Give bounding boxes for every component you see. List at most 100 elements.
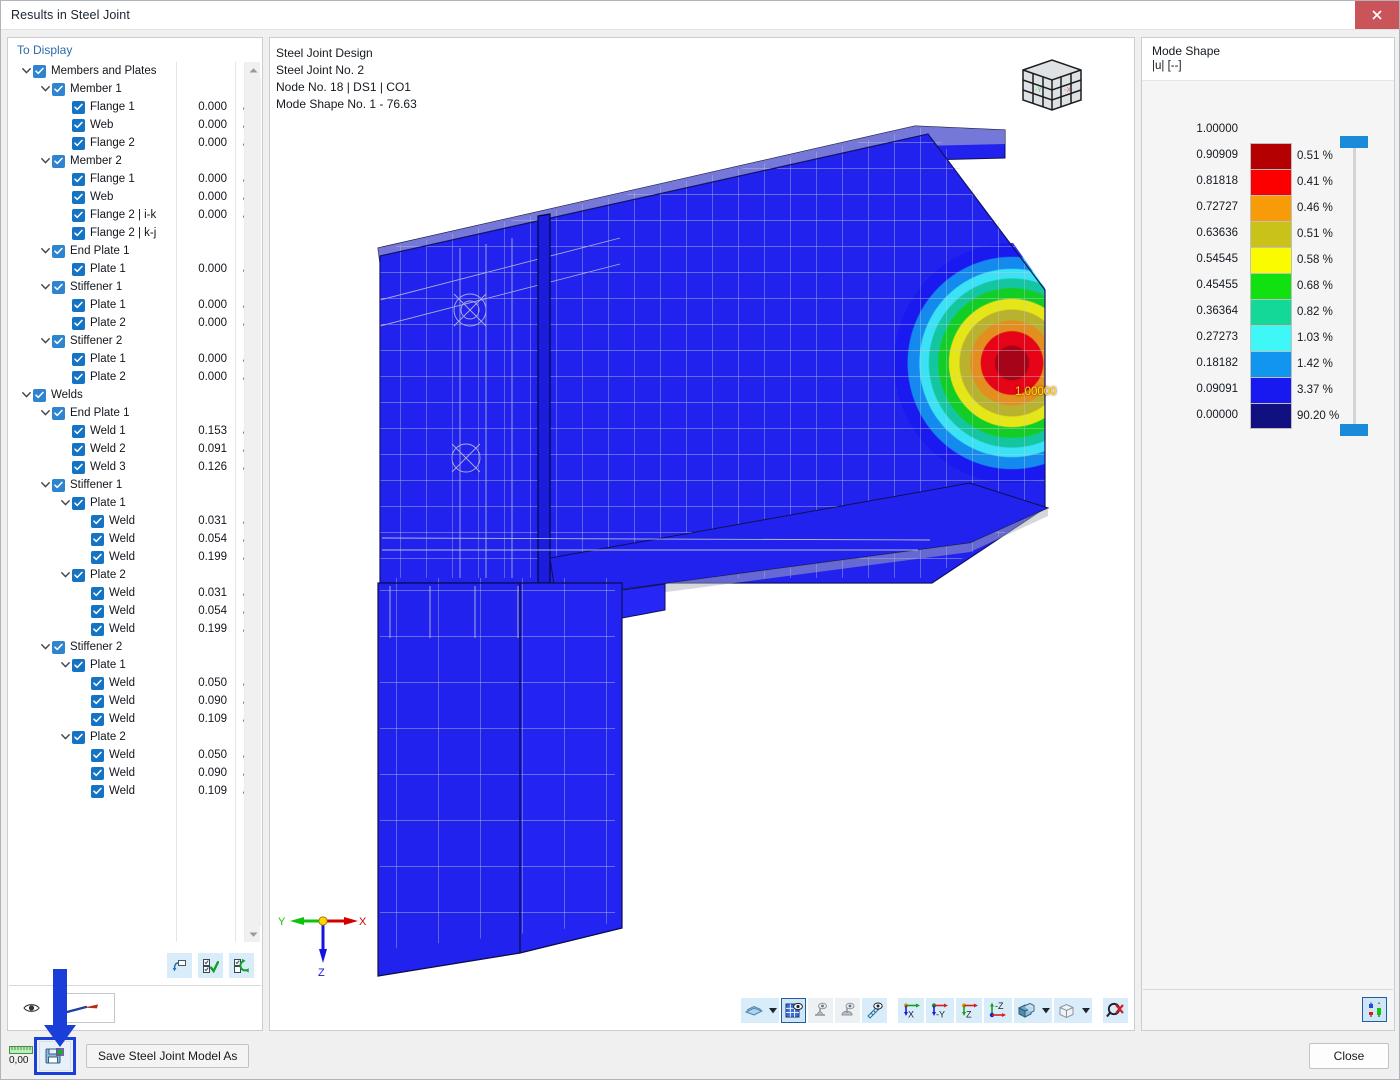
tree-row[interactable]: Members and Plates <box>9 62 261 80</box>
scroll-up-button[interactable] <box>245 62 261 78</box>
tree-checkbox[interactable] <box>52 478 65 492</box>
tree-checkbox[interactable] <box>91 748 104 762</box>
tree-checkbox[interactable] <box>72 424 85 438</box>
tree-checkbox[interactable] <box>52 334 65 348</box>
view-in-minus-z-button[interactable]: -Z <box>984 998 1012 1023</box>
tree-row[interactable]: Weld0.050✓ <box>9 674 261 692</box>
scroll-down-button[interactable] <box>245 926 261 942</box>
tree-checkbox[interactable] <box>91 604 104 618</box>
tree-row[interactable]: Plate 20.000✓ <box>9 368 261 386</box>
tree-expander[interactable] <box>19 62 33 80</box>
tree-row[interactable]: Plate 2 <box>9 566 261 584</box>
tree-checkbox[interactable] <box>52 244 65 258</box>
legend-color-band[interactable] <box>1250 325 1292 351</box>
tree-row[interactable]: Plate 20.000✓ <box>9 314 261 332</box>
tree-row[interactable]: Plate 10.000✓ <box>9 296 261 314</box>
view-cube[interactable]: -Y -X <box>1015 54 1089 121</box>
legend-color-band[interactable] <box>1250 195 1292 221</box>
legend-range-slider[interactable] <box>1340 136 1368 436</box>
tree-checkbox[interactable] <box>91 622 104 636</box>
rendering-mode-button[interactable] <box>741 998 766 1023</box>
tree-row[interactable]: Web0.000✓ <box>9 116 261 134</box>
view-in-z-button[interactable]: Z <box>956 998 982 1023</box>
tree-expander[interactable] <box>58 494 72 512</box>
tree-checkbox[interactable] <box>52 82 65 96</box>
wireframe-view-button[interactable] <box>1054 998 1079 1023</box>
display-tree[interactable]: Members and PlatesMember 1Flange 10.000✓… <box>9 62 261 942</box>
tree-row[interactable]: Plate 10.000✓ <box>9 350 261 368</box>
tree-expander[interactable] <box>58 566 72 584</box>
tree-row[interactable]: Weld0.109✓ <box>9 710 261 728</box>
tree-expander[interactable] <box>38 242 52 260</box>
legend-color-band[interactable] <box>1250 351 1292 377</box>
rendering-mode-combo[interactable] <box>741 998 779 1023</box>
tree-row[interactable]: Weld0.199✓ <box>9 548 261 566</box>
legend-color-band[interactable] <box>1250 273 1292 299</box>
tree-expander[interactable] <box>38 638 52 656</box>
tree-row[interactable]: Member 2 <box>9 152 261 170</box>
wireframe-view-dropdown[interactable] <box>1079 1007 1092 1014</box>
slider-handle-top[interactable] <box>1340 136 1368 148</box>
show-loads-button[interactable] <box>835 998 860 1023</box>
tree-row[interactable]: Weld0.090✓ <box>9 692 261 710</box>
tree-checkbox[interactable] <box>72 208 85 222</box>
tree-checkbox[interactable] <box>72 658 85 672</box>
tree-checkbox[interactable] <box>72 496 85 510</box>
legend-color-band[interactable] <box>1250 169 1292 195</box>
save-steel-joint-model-as-button[interactable]: Save Steel Joint Model As <box>86 1044 250 1068</box>
invert-selection-button[interactable] <box>229 953 254 978</box>
close-window-button[interactable] <box>1355 1 1399 29</box>
show-supports-button[interactable] <box>808 998 833 1023</box>
tree-expander[interactable] <box>58 656 72 674</box>
tree-row[interactable]: Plate 10.000✓ <box>9 260 261 278</box>
tree-checkbox[interactable] <box>72 460 85 474</box>
legend-color-band[interactable] <box>1250 403 1292 429</box>
tree-checkbox[interactable] <box>72 172 85 186</box>
tree-row[interactable]: Weld0.054✓ <box>9 530 261 548</box>
tree-checkbox[interactable] <box>72 190 85 204</box>
tree-row[interactable]: Member 1 <box>9 80 261 98</box>
wireframe-view-combo[interactable] <box>1054 998 1092 1023</box>
save-steel-joint-model-button[interactable] <box>39 1041 71 1071</box>
visibility-toggle[interactable] <box>9 1002 53 1014</box>
tree-row[interactable]: Weld 30.126✓ <box>9 458 261 476</box>
legend-color-band[interactable] <box>1250 299 1292 325</box>
tree-checkbox[interactable] <box>91 784 104 798</box>
tree-checkbox[interactable] <box>72 316 85 330</box>
tree-checkbox[interactable] <box>52 640 65 654</box>
show-mesh-button[interactable] <box>781 998 806 1023</box>
tree-checkbox[interactable] <box>52 280 65 294</box>
tree-checkbox[interactable] <box>72 226 85 240</box>
tree-expander[interactable] <box>38 476 52 494</box>
tree-row[interactable]: Weld0.199✓ <box>9 620 261 638</box>
tree-row[interactable]: Web0.000✓ <box>9 188 261 206</box>
tree-row[interactable]: Weld0.090✓ <box>9 764 261 782</box>
tree-row[interactable]: Flange 10.000✓ <box>9 170 261 188</box>
slider-handle-bottom[interactable] <box>1340 424 1368 436</box>
tree-row[interactable]: Flange 10.000✓ <box>9 98 261 116</box>
tree-checkbox[interactable] <box>91 712 104 726</box>
tree-row[interactable]: Stiffener 1 <box>9 278 261 296</box>
tree-row[interactable]: Plate 1 <box>9 656 261 674</box>
tree-expander[interactable] <box>38 404 52 422</box>
tree-expander[interactable] <box>38 152 52 170</box>
tree-row[interactable]: End Plate 1 <box>9 404 261 422</box>
tree-checkbox[interactable] <box>52 154 65 168</box>
tree-row[interactable]: Weld 20.091✓ <box>9 440 261 458</box>
tree-checkbox[interactable] <box>91 550 104 564</box>
tree-checkbox[interactable] <box>72 100 85 114</box>
tree-expander[interactable] <box>58 728 72 746</box>
tree-checkbox[interactable] <box>52 406 65 420</box>
tree-checkbox[interactable] <box>91 586 104 600</box>
tree-checkbox[interactable] <box>72 568 85 582</box>
close-dialog-button[interactable]: Close <box>1309 1043 1389 1069</box>
scrollbar-track[interactable] <box>245 78 261 926</box>
tree-expander[interactable] <box>38 80 52 98</box>
isometric-view-button[interactable] <box>1014 998 1039 1023</box>
tree-checkbox[interactable] <box>72 352 85 366</box>
legend-settings-button[interactable] <box>1362 997 1387 1022</box>
tree-row[interactable]: Plate 2 <box>9 728 261 746</box>
legend-color-band[interactable] <box>1250 247 1292 273</box>
tree-row[interactable]: Weld0.054✓ <box>9 602 261 620</box>
legend-color-band[interactable] <box>1250 143 1292 169</box>
